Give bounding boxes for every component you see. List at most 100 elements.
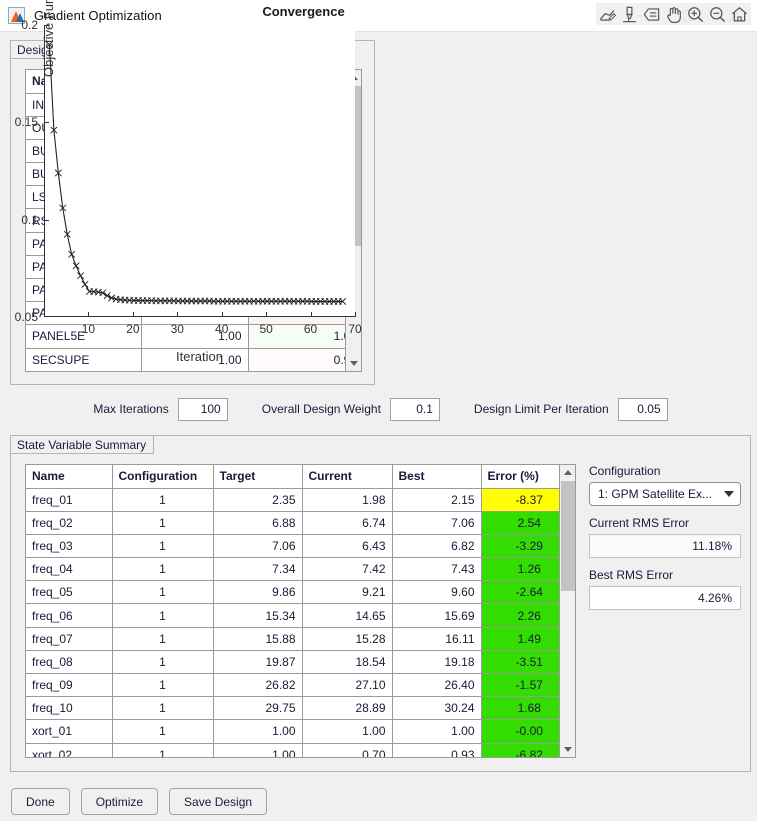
y-tick-mark (44, 122, 49, 124)
restore-view-icon[interactable] (730, 5, 749, 24)
x-tick-mark (88, 312, 90, 317)
table-row[interactable]: freq_01 1 2.35 1.98 2.15 -8.37 (26, 488, 575, 512)
zoom-in-icon[interactable] (686, 5, 705, 24)
max-iterations-input[interactable] (177, 397, 228, 421)
scrollbar-thumb[interactable] (561, 481, 575, 591)
pan-icon[interactable] (664, 5, 683, 24)
x-tick-label: 50 (259, 322, 273, 336)
table-row[interactable]: freq_09 1 26.82 27.10 26.40 -1.57 (26, 673, 575, 698)
configuration-selected-value: 1: GPM Satellite Ex... (598, 487, 713, 501)
cell-best: 0.93 (392, 743, 482, 757)
table-row[interactable]: freq_08 1 19.87 18.54 19.18 -3.51 (26, 650, 575, 675)
state-panel-side-controls: Configuration 1: GPM Satellite Ex... Cur… (589, 464, 741, 610)
scroll-down-arrow-icon[interactable] (560, 742, 575, 757)
state-table-scrollbar[interactable] (559, 465, 575, 757)
cell-name: freq_01 (26, 488, 113, 512)
table-row[interactable]: freq_05 1 9.86 9.21 9.60 -2.64 (26, 580, 575, 605)
bottom-button-bar: Done Optimize Save Design (0, 782, 757, 821)
table-row[interactable]: freq_07 1 15.88 15.28 16.11 1.49 (26, 627, 575, 651)
cell-configuration: 1 (112, 650, 214, 675)
brush-icon[interactable] (620, 5, 639, 24)
save-design-button[interactable]: Save Design (169, 788, 268, 815)
cell-configuration: 1 (112, 534, 214, 559)
x-tick-mark (132, 312, 134, 317)
x-tick-mark (266, 312, 268, 317)
column-header-configuration[interactable]: Configuration (112, 465, 214, 489)
export-icon[interactable] (598, 5, 617, 24)
cell-best: 15.69 (392, 603, 482, 628)
cell-configuration: 1 (112, 557, 214, 582)
configuration-label: Configuration (589, 464, 661, 478)
x-tick-mark (355, 312, 356, 317)
table-row[interactable]: xort_02 1 1.00 0.70 0.93 -6.82 (26, 743, 575, 757)
cell-current: 28.89 (302, 696, 393, 721)
table-row[interactable]: freq_04 1 7.34 7.42 7.43 1.26 (26, 557, 575, 582)
table-row[interactable]: freq_10 1 29.75 28.89 30.24 1.68 (26, 696, 575, 721)
done-button[interactable]: Done (11, 788, 70, 815)
table-row[interactable]: freq_03 1 7.06 6.43 6.82 -3.29 (26, 534, 575, 559)
optimize-button[interactable]: Optimize (80, 788, 159, 815)
plot-series-svg (45, 40, 347, 305)
state-variable-table-container: Name Configuration Target Current Best E… (25, 464, 576, 758)
zoom-out-icon[interactable] (708, 5, 727, 24)
y-axis-label: Objective Function Value (41, 0, 56, 77)
cell-name: freq_08 (26, 650, 113, 675)
column-header-best[interactable]: Best (392, 465, 482, 489)
cell-name: freq_06 (26, 603, 113, 628)
convergence-plot[interactable]: 0.05 0.1 0.15 0.2 10 20 30 40 50 60 70 Objective … (15, 0, 362, 364)
x-tick-label: 60 (303, 322, 318, 336)
y-tick-mark (44, 219, 49, 221)
table-row[interactable]: xort_01 1 1.00 1.00 1.00 -0.00 (26, 719, 575, 744)
x-tick-label: 30 (170, 322, 184, 336)
current-rms-error-label: Current RMS Error (589, 516, 690, 530)
chart-toolbar (596, 3, 751, 25)
cell-configuration: 1 (112, 580, 214, 605)
cell-current: 9.21 (302, 580, 393, 605)
state-panel-title: State Variable Summary (10, 435, 155, 454)
column-header-current[interactable]: Current (302, 465, 393, 489)
x-tick-mark (310, 312, 312, 317)
cell-target: 19.87 (213, 650, 303, 675)
cell-best: 1.00 (392, 719, 482, 744)
cell-current: 0.70 (302, 743, 393, 757)
chevron-down-icon (724, 491, 734, 497)
best-rms-error-value: 4.26% (589, 586, 741, 610)
x-tick-mark (221, 312, 223, 317)
configuration-select[interactable]: 1: GPM Satellite Ex... (589, 482, 741, 506)
column-header-target[interactable]: Target (213, 465, 303, 489)
state-variable-table-body: freq_01 1 2.35 1.98 2.15 -8.37 freq_02 1 6.88 6.7… (26, 488, 575, 757)
x-tick-label: 20 (126, 322, 140, 336)
cell-best: 7.43 (392, 557, 482, 582)
cell-configuration: 1 (112, 673, 214, 698)
y-tick-label: 0.2 (21, 18, 38, 32)
cell-configuration: 1 (112, 696, 214, 721)
design-limit-input[interactable] (617, 397, 668, 421)
x-axis-label: Iteration (176, 349, 223, 364)
cell-target: 7.34 (213, 557, 303, 582)
cell-current: 18.54 (302, 650, 393, 675)
overall-design-weight-group: Overall Design Weight (262, 397, 440, 421)
best-rms-error-label: Best RMS Error (589, 568, 674, 582)
table-row[interactable]: freq_02 1 6.88 6.74 7.06 2.54 (26, 511, 575, 535)
data-tips-icon[interactable] (642, 5, 661, 24)
overall-design-weight-input[interactable] (389, 397, 440, 421)
scroll-up-arrow-icon[interactable] (560, 465, 575, 480)
max-iterations-group: Max Iterations (93, 397, 228, 421)
cell-target: 29.75 (213, 696, 303, 721)
cell-target: 15.88 (213, 627, 303, 651)
cell-current: 6.74 (302, 511, 393, 535)
x-tick-label: 70 (348, 322, 362, 336)
cell-current: 27.10 (302, 673, 393, 698)
cell-current: 7.42 (302, 557, 393, 582)
table-row[interactable]: freq_06 1 15.34 14.65 15.69 2.26 (26, 603, 575, 628)
cell-configuration: 1 (112, 488, 214, 512)
cell-target: 9.86 (213, 580, 303, 605)
column-header-name[interactable]: Name (26, 465, 113, 489)
plot-box (44, 25, 355, 317)
cell-best: 19.18 (392, 650, 482, 675)
cell-configuration: 1 (112, 719, 214, 744)
y-tick-label: 0.05 (14, 310, 38, 324)
cell-best: 6.82 (392, 534, 482, 559)
cell-name: freq_05 (26, 580, 113, 605)
cell-configuration: 1 (112, 743, 214, 757)
